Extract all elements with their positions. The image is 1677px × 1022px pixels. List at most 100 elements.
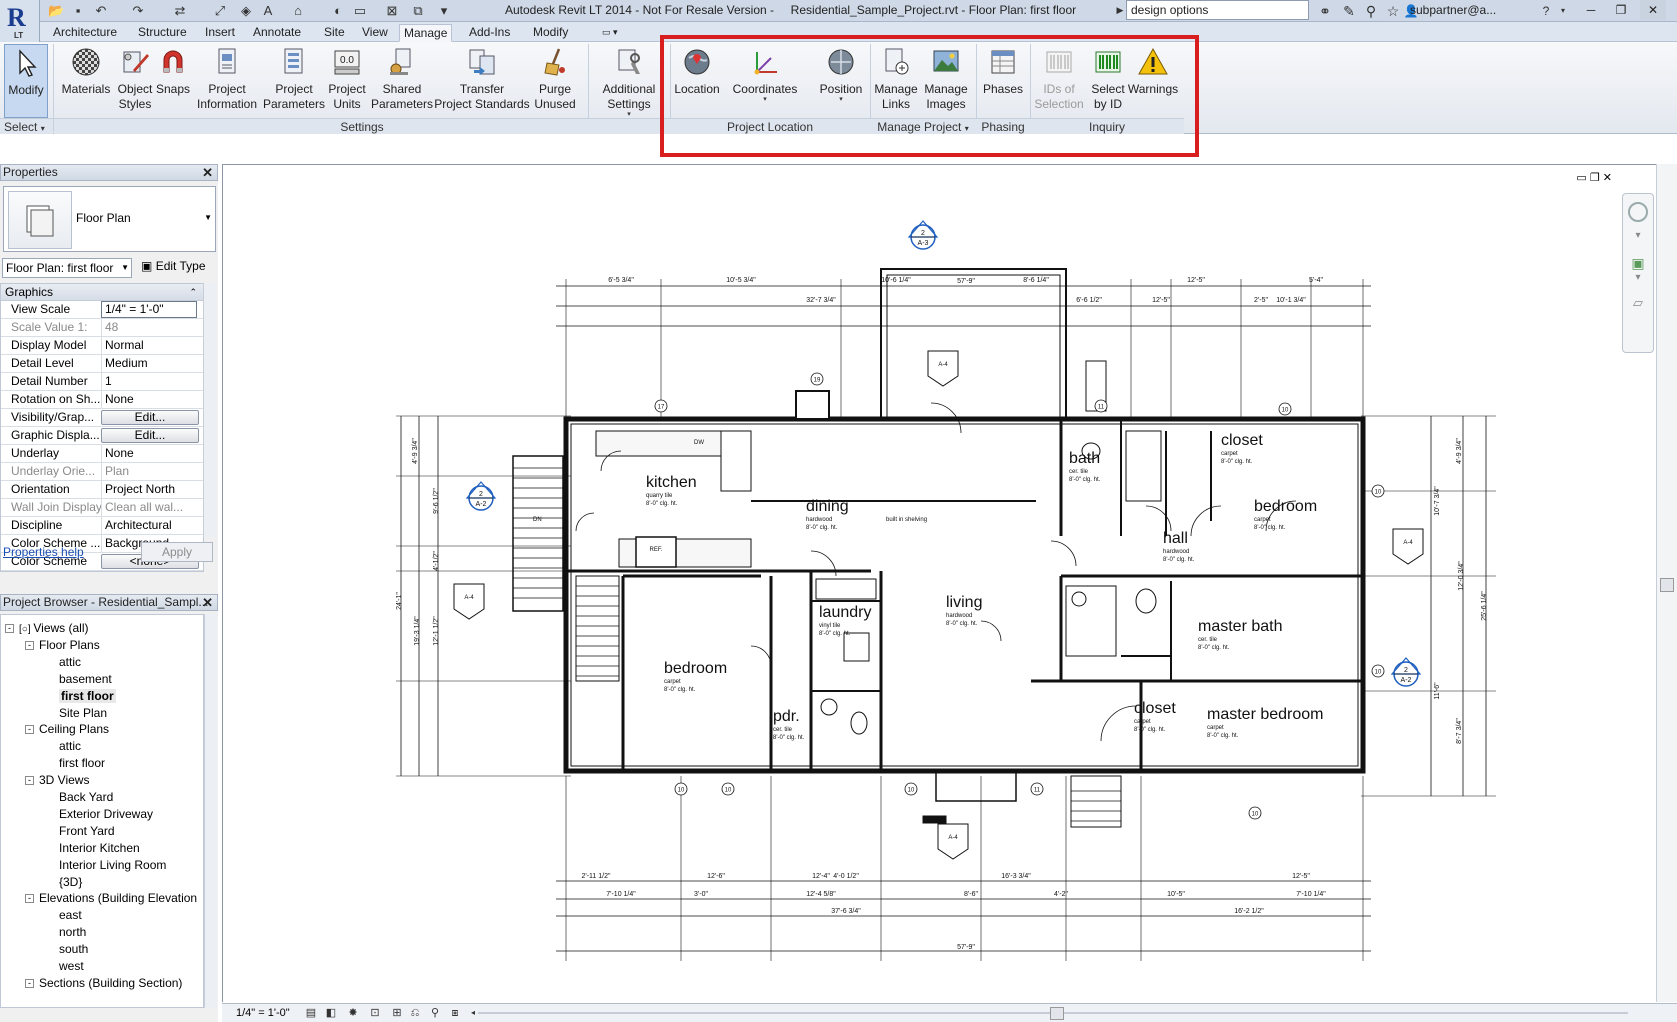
collapse-icon[interactable]: - bbox=[25, 640, 34, 650]
browser-node[interactable]: Front Yard bbox=[59, 823, 115, 839]
property-edit-button[interactable]: Edit... bbox=[101, 410, 199, 425]
property-value[interactable]: 1/4" = 1'-0" bbox=[101, 301, 197, 318]
close-icon[interactable]: ✕ bbox=[1640, 0, 1666, 20]
tab-architecture[interactable]: Architecture bbox=[49, 24, 121, 42]
properties-help-link[interactable]: Properties help bbox=[3, 545, 84, 559]
collapse-icon[interactable]: - bbox=[5, 624, 14, 633]
dimension-icon[interactable]: ⤢ bbox=[212, 3, 228, 18]
browser-node[interactable]: west bbox=[59, 958, 84, 974]
browser-node[interactable]: Interior Living Room bbox=[59, 857, 166, 873]
chevron-down-icon[interactable]: ▼ bbox=[204, 213, 212, 222]
browser-node[interactable]: - Sections (Building Section) bbox=[25, 975, 182, 991]
modify-button[interactable]: Modify bbox=[4, 44, 48, 118]
horizontal-scroll-thumb[interactable] bbox=[1050, 1007, 1064, 1020]
property-row[interactable]: Detail Level Medium bbox=[1, 355, 203, 373]
drawing-canvas[interactable]: ▭ ❐ ✕ ▾ ▣ ▾ ▱ REF. DW DN 6'-5 3/4" 10'-5 3/4… bbox=[222, 164, 1656, 1002]
search-input[interactable]: design options bbox=[1126, 0, 1309, 20]
close-icon[interactable]: ✕ bbox=[202, 595, 213, 610]
show-crop-icon[interactable]: ⎌ bbox=[408, 1006, 422, 1020]
tab-site[interactable]: Site bbox=[320, 24, 349, 42]
tab-structure[interactable]: Structure bbox=[134, 24, 191, 42]
application-menu-button[interactable]: R LT bbox=[0, 0, 40, 44]
ribbon-minimize-icon[interactable]: ▭ ▾ bbox=[598, 24, 622, 42]
open-icon[interactable]: 📂 bbox=[48, 3, 64, 18]
select-panel-label[interactable]: Select ▾ bbox=[0, 118, 53, 134]
property-row[interactable]: Scale Value 1: 48 bbox=[1, 319, 203, 337]
property-edit-button[interactable]: Edit... bbox=[101, 428, 199, 443]
tag-icon[interactable]: ◈ bbox=[238, 3, 254, 18]
properties-scrollbar[interactable] bbox=[203, 283, 216, 537]
undo-icon[interactable]: ↶ bbox=[93, 3, 109, 18]
collapse-icon[interactable]: - bbox=[25, 978, 34, 988]
edit-type-button[interactable]: ▣ Edit Type bbox=[141, 259, 206, 273]
instance-selector[interactable]: Floor Plan: first floor ▼ bbox=[2, 258, 132, 278]
help-icon[interactable]: ? bbox=[1537, 2, 1555, 20]
property-row[interactable]: Rotation on Sh... None bbox=[1, 391, 203, 409]
purge-unused-button[interactable]: Purge Unused bbox=[530, 44, 580, 118]
browser-node[interactable]: - [○] Views (all) bbox=[5, 620, 89, 638]
crop-view-icon[interactable]: ⊞ bbox=[390, 1006, 404, 1020]
reveal-hidden-icon[interactable]: ⧆ bbox=[448, 1006, 462, 1020]
browser-node[interactable]: {3D} bbox=[59, 874, 82, 890]
additional-settings-button[interactable]: Additional Settings ▾ bbox=[594, 44, 664, 118]
browser-node[interactable]: - Floor Plans bbox=[25, 637, 100, 653]
help-dropdown-icon[interactable]: ▾ bbox=[1554, 2, 1572, 20]
save-icon[interactable]: ▪ bbox=[70, 3, 86, 18]
property-row[interactable]: Orientation Project North bbox=[1, 481, 203, 499]
project-information-button[interactable]: Project Information bbox=[192, 44, 262, 118]
type-selector[interactable]: Floor Plan ▼ bbox=[3, 186, 216, 252]
property-row[interactable]: Detail Number 1 bbox=[1, 373, 203, 391]
qat-dropdown-icon[interactable]: ▾ bbox=[436, 3, 452, 18]
user-name[interactable]: subpartner@a... bbox=[1410, 3, 1496, 17]
text-icon[interactable]: A bbox=[260, 3, 276, 18]
property-row[interactable]: Visibility/Grap... Edit... bbox=[1, 409, 203, 427]
search-expand-icon[interactable]: ▶ bbox=[1113, 0, 1127, 20]
browser-node[interactable]: south bbox=[59, 941, 88, 957]
favorites-star-icon[interactable]: ☆ bbox=[1384, 2, 1402, 20]
tab-view[interactable]: View bbox=[358, 24, 392, 42]
collapse-icon[interactable]: - bbox=[25, 725, 34, 735]
close-hidden-icon[interactable]: ⊠ bbox=[384, 3, 400, 18]
tab-add-ins[interactable]: Add-Ins bbox=[465, 24, 514, 42]
minimize-icon[interactable]: ─ bbox=[1578, 0, 1604, 20]
browser-node[interactable]: Exterior Driveway bbox=[59, 806, 153, 822]
graphics-group-header[interactable]: Graphics ⌃ bbox=[1, 284, 203, 301]
restore-icon[interactable]: ❐ bbox=[1608, 0, 1634, 20]
shadows-icon[interactable]: ⊡ bbox=[368, 1006, 382, 1020]
binoculars-icon[interactable]: ⚭ bbox=[1316, 2, 1334, 20]
browser-node[interactable]: Site Plan bbox=[59, 705, 107, 721]
detail-level-icon[interactable]: ▤ bbox=[304, 1006, 318, 1020]
materials-button[interactable]: Materials bbox=[58, 44, 114, 118]
temporary-hide-icon[interactable]: ⚲ bbox=[428, 1006, 442, 1020]
property-row[interactable]: Graphic Displa... Edit... bbox=[1, 427, 203, 445]
browser-node[interactable]: - Elevations (Building Elevation bbox=[25, 890, 197, 906]
visual-style-icon[interactable]: ◧ bbox=[324, 1006, 338, 1020]
property-row[interactable]: Underlay Orie... Plan bbox=[1, 463, 203, 481]
browser-node[interactable]: north bbox=[59, 924, 86, 940]
browser-node[interactable]: -3D Views bbox=[25, 772, 89, 788]
property-row[interactable]: Display Model Normal bbox=[1, 337, 203, 355]
shared-parameters-button[interactable]: Shared Parameters bbox=[368, 44, 436, 118]
property-row[interactable]: View Scale 1/4" = 1'-0" bbox=[1, 301, 203, 319]
redo-icon[interactable]: ↷ bbox=[130, 3, 146, 18]
switch-windows-icon[interactable]: ⧉ bbox=[410, 3, 426, 18]
tab-modify[interactable]: Modify bbox=[529, 24, 572, 42]
snaps-button[interactable]: Snaps bbox=[154, 44, 192, 118]
communication-icon[interactable]: ⚲ bbox=[1362, 2, 1380, 20]
tab-annotate[interactable]: Annotate bbox=[249, 24, 305, 42]
canvas-vertical-scrollbar[interactable] bbox=[1656, 164, 1677, 1002]
browser-node[interactable]: basement bbox=[59, 671, 112, 687]
project-parameters-button[interactable]: Project Parameters bbox=[260, 44, 328, 118]
subscription-icon[interactable]: ✎ bbox=[1340, 2, 1358, 20]
collapse-icon[interactable]: - bbox=[25, 894, 34, 904]
default-3d-icon[interactable]: ⌂ bbox=[290, 3, 306, 18]
project-units-button[interactable]: 0.0 Project Units bbox=[324, 44, 370, 118]
browser-node[interactable]: attic bbox=[59, 738, 81, 754]
browser-node[interactable]: - Ceiling Plans bbox=[25, 721, 109, 737]
transfer-project-standards-button[interactable]: Transfer Project Standards bbox=[432, 44, 532, 118]
measure-icon[interactable]: ⇄ bbox=[172, 3, 188, 18]
browser-node[interactable]: east bbox=[59, 907, 82, 923]
collapse-icon[interactable]: - bbox=[25, 776, 34, 786]
property-row[interactable]: Underlay None bbox=[1, 445, 203, 463]
section-icon[interactable]: ◐ bbox=[330, 3, 346, 18]
